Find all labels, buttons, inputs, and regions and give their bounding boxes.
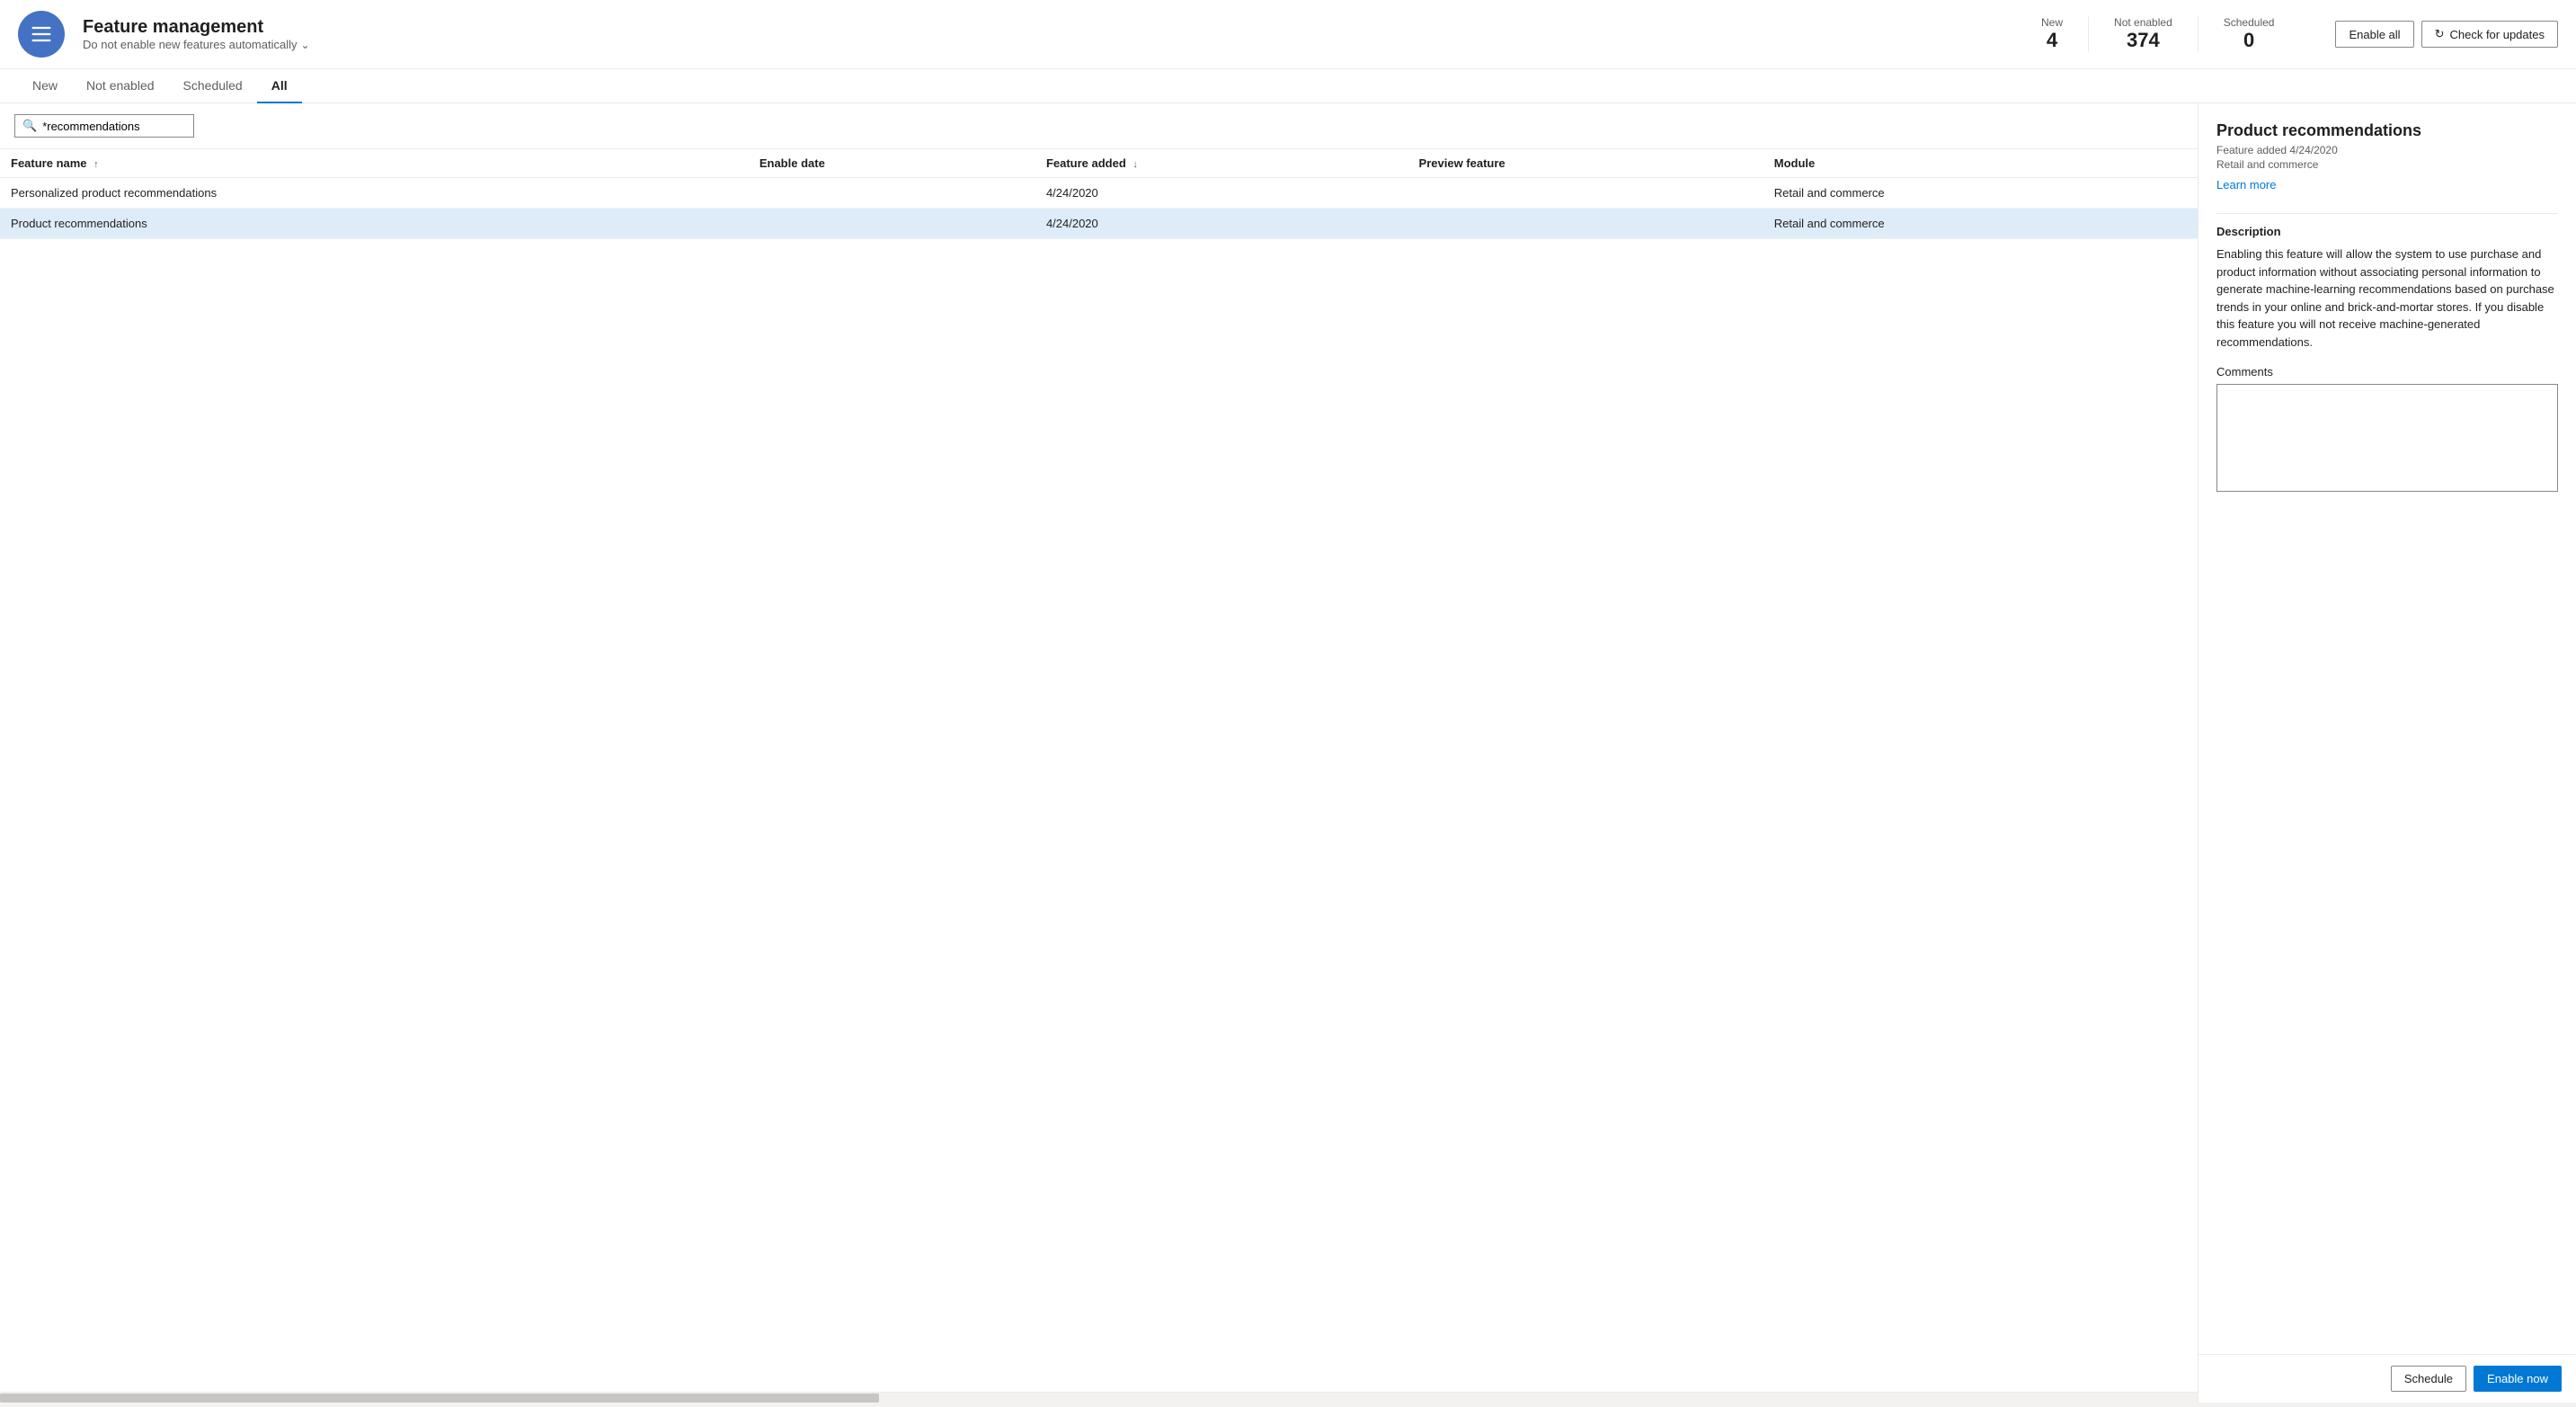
table-header: Feature name ↑ Enable date Feature added…: [0, 149, 2198, 178]
search-wrapper[interactable]: 🔍: [14, 114, 194, 138]
row-1-col-2: 4/24/2020: [1035, 209, 1408, 239]
stat-scheduled: Scheduled 0: [2198, 16, 2300, 52]
stat-not-enabled-label: Not enabled: [2114, 16, 2172, 29]
comments-label: Comments: [2216, 365, 2558, 378]
tab-not-enabled[interactable]: Not enabled: [72, 69, 169, 103]
tab-scheduled[interactable]: Scheduled: [169, 69, 257, 103]
stat-scheduled-label: Scheduled: [2224, 16, 2275, 29]
description-title: Description: [2216, 225, 2558, 238]
tabs-bar: New Not enabled Scheduled All: [0, 69, 2576, 103]
row-0-col-3: [1408, 178, 1763, 209]
scrollbar-track: [0, 1393, 2198, 1403]
left-panel: 🔍 Feature name ↑ Enable date: [0, 103, 2198, 1403]
detail-footer: Schedule Enable now: [2198, 1354, 2576, 1403]
row-1-col-0: Product recommendations: [0, 209, 749, 239]
header-stats: New 4 Not enabled 374 Scheduled 0: [2016, 16, 2299, 52]
description-text: Enabling this feature will allow the sys…: [2216, 245, 2558, 351]
enable-now-button[interactable]: Enable now: [2474, 1366, 2562, 1392]
row-0-col-1: [749, 178, 1035, 209]
detail-divider-1: [2216, 213, 2558, 214]
row-0-col-0: Personalized product recommendations: [0, 178, 749, 209]
stat-not-enabled: Not enabled 374: [2089, 16, 2198, 52]
chevron-down-icon: ⌄: [300, 39, 309, 51]
col-feature-name[interactable]: Feature name ↑: [0, 149, 749, 178]
horizontal-scrollbar[interactable]: [0, 1392, 2198, 1403]
row-1-col-4: Retail and commerce: [1763, 209, 2198, 239]
detail-module: Retail and commerce: [2216, 158, 2558, 171]
row-0-col-2: 4/24/2020: [1035, 178, 1408, 209]
row-0-col-4: Retail and commerce: [1763, 178, 2198, 209]
stat-new-label: New: [2041, 16, 2063, 29]
col-feature-added-label: Feature added: [1046, 156, 1126, 170]
detail-title: Product recommendations: [2216, 121, 2558, 140]
col-enable-date[interactable]: Enable date: [749, 149, 1035, 178]
search-input[interactable]: [42, 120, 186, 133]
check-updates-button[interactable]: ↻ Check for updates: [2421, 21, 2558, 48]
detail-content: Product recommendations Feature added 4/…: [2198, 103, 2576, 1354]
col-module-label: Module: [1774, 156, 1816, 170]
subtitle-dropdown[interactable]: Do not enable new features automatically…: [83, 38, 1998, 51]
col-module[interactable]: Module: [1763, 149, 2198, 178]
scrollbar-thumb[interactable]: [0, 1394, 879, 1403]
enable-all-button[interactable]: Enable all: [2335, 21, 2413, 48]
stat-new: New 4: [2016, 16, 2089, 52]
col-feature-name-label: Feature name: [11, 156, 87, 170]
check-updates-label: Check for updates: [2449, 28, 2545, 41]
page-title: Feature management: [83, 17, 1998, 38]
feature-table-wrapper: Feature name ↑ Enable date Feature added…: [0, 149, 2198, 1392]
refresh-icon: ↻: [2435, 27, 2445, 41]
row-1-col-3: [1408, 209, 1763, 239]
feature-table: Feature name ↑ Enable date Feature added…: [0, 149, 2198, 239]
table-row[interactable]: Personalized product recommendations 4/24…: [0, 178, 2198, 209]
right-panel: Product recommendations Feature added 4/…: [2198, 103, 2576, 1403]
col-preview-feature[interactable]: Preview feature: [1408, 149, 1763, 178]
header-title-block: Feature management Do not enable new fea…: [83, 17, 1998, 51]
tab-all[interactable]: All: [257, 69, 302, 103]
stat-not-enabled-value: 374: [2114, 29, 2172, 52]
stat-scheduled-value: 0: [2224, 29, 2275, 52]
table-body: Personalized product recommendations 4/24…: [0, 178, 2198, 239]
col-enable-date-label: Enable date: [759, 156, 825, 170]
detail-feature-added: Feature added 4/24/2020: [2216, 144, 2558, 156]
page-header: Feature management Do not enable new fea…: [0, 0, 2576, 69]
col-feature-added[interactable]: Feature added ↓: [1035, 149, 1408, 178]
sort-desc-icon: ↓: [1133, 159, 1138, 170]
row-1-col-1: [749, 209, 1035, 239]
app-icon: [18, 11, 65, 58]
main-content: 🔍 Feature name ↑ Enable date: [0, 103, 2576, 1403]
learn-more-link[interactable]: Learn more: [2216, 178, 2276, 191]
header-actions: Enable all ↻ Check for updates: [2335, 21, 2558, 48]
subtitle-text: Do not enable new features automatically: [83, 38, 297, 51]
stat-new-value: 4: [2041, 29, 2063, 52]
col-preview-feature-label: Preview feature: [1419, 156, 1506, 170]
sort-asc-icon: ↑: [93, 159, 99, 170]
list-icon: [29, 22, 54, 47]
schedule-button[interactable]: Schedule: [2391, 1366, 2466, 1392]
tab-new[interactable]: New: [18, 69, 72, 103]
table-row[interactable]: Product recommendations 4/24/2020 Retail a…: [0, 209, 2198, 239]
search-icon: 🔍: [22, 119, 37, 133]
search-bar: 🔍: [0, 103, 2198, 149]
comments-textarea[interactable]: [2216, 384, 2558, 492]
